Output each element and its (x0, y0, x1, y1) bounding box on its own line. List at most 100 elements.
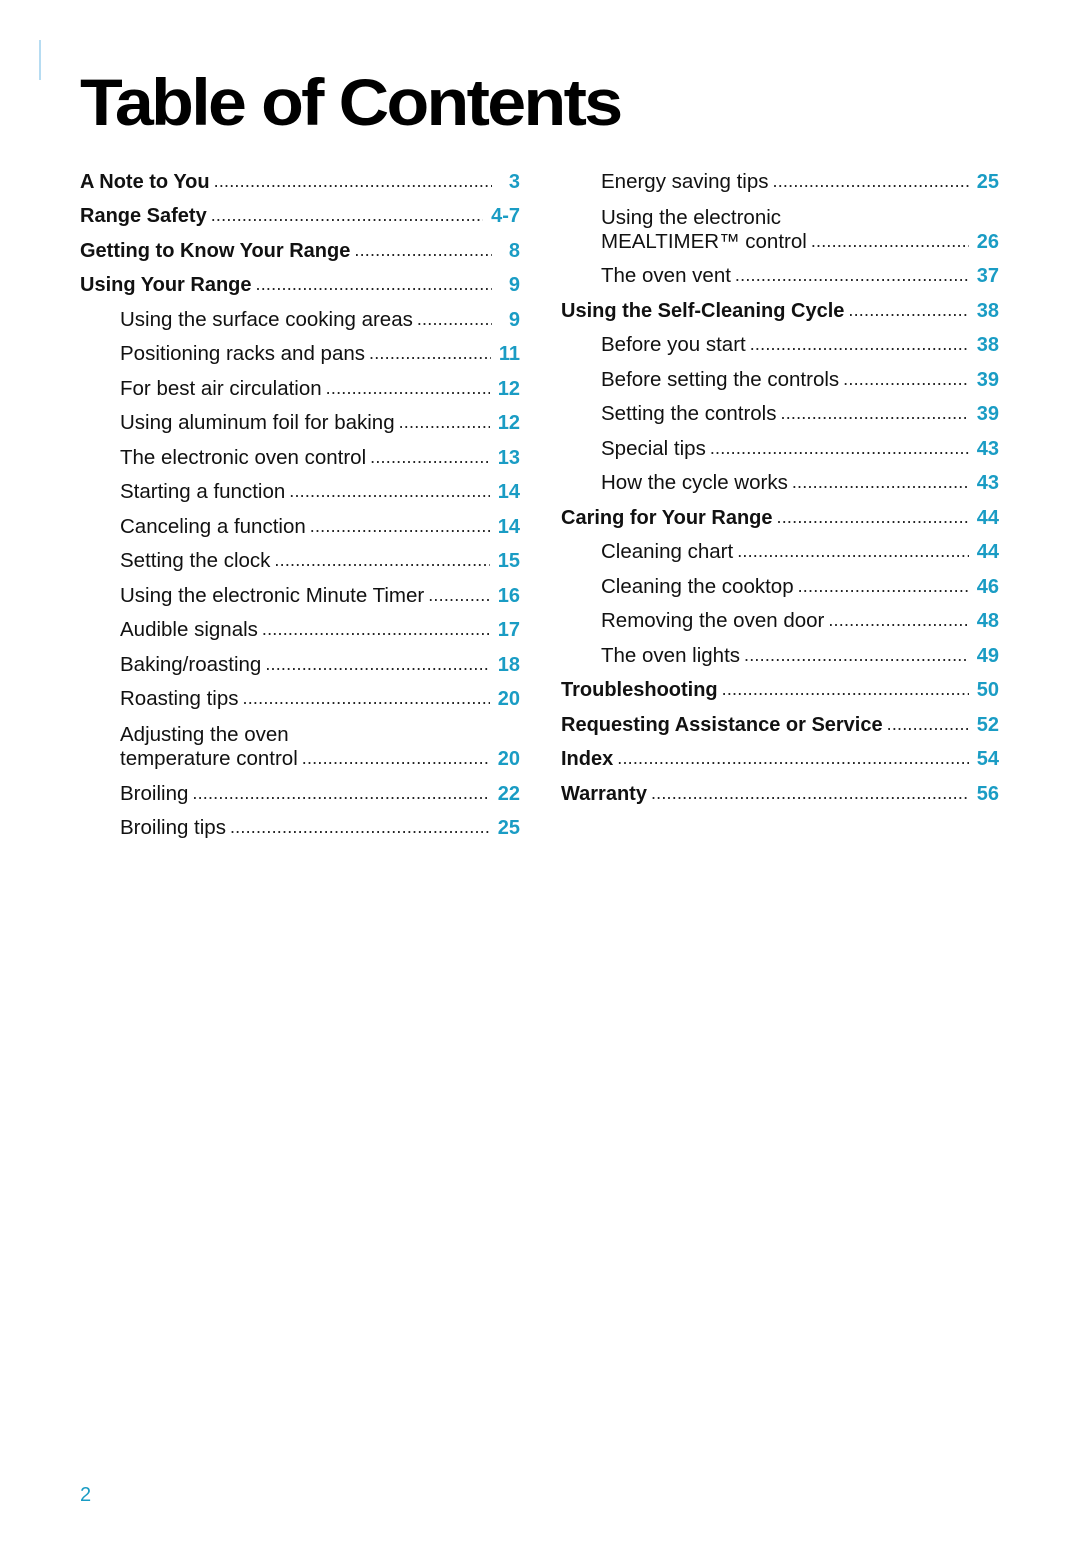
toc-entry-page: 26 (976, 230, 999, 253)
toc-subentry[interactable]: Broiling 22 (80, 771, 520, 806)
page-title: Table of Contents (80, 65, 623, 139)
toc-entry-label: Warranty (561, 782, 647, 805)
dot-leader (354, 239, 492, 261)
dot-leader (192, 782, 489, 804)
dot-leader (773, 170, 969, 192)
toc-subentry[interactable]: Removing the oven door 48 (561, 599, 999, 634)
toc-entry-label: How the cycle works (601, 471, 788, 494)
toc-subentry[interactable]: Before setting the controls 39 (561, 357, 999, 392)
toc-subentry[interactable]: The oven vent 37 (561, 254, 999, 289)
dot-leader (370, 446, 490, 468)
toc-entry-page: 9 (508, 274, 520, 296)
toc-entry-page: 9 (508, 308, 520, 331)
dot-leader (369, 342, 491, 364)
toc-entry-label: Using Your Range (80, 274, 252, 296)
toc-entry-label-line1: Adjusting the oven (120, 723, 289, 746)
toc-entry-page: 52 (976, 713, 999, 736)
toc-subentry[interactable]: Adjusting the oventemperature control 20 (80, 711, 520, 771)
toc-entry-page: 43 (976, 437, 999, 460)
toc-entry-label: Special tips (601, 436, 706, 460)
dot-leader (243, 687, 490, 709)
toc-entry[interactable]: Using the Self-Cleaning Cycle 38 (561, 288, 999, 323)
toc-entry-page: 13 (497, 446, 520, 469)
toc-entry-page: 38 (976, 299, 999, 322)
toc-entry-label: Using the electronic MEALTIMER™ control (601, 206, 811, 254)
toc-entry-label: Requesting Assistance or Service (561, 713, 883, 736)
toc-subentry[interactable]: Special tips 43 (561, 426, 999, 461)
toc-entry-label: Getting to Know Your Range (80, 239, 351, 262)
toc-entry-label: Using the Self-Cleaning Cycle (561, 299, 845, 322)
toc-subentry[interactable]: Energy saving tips 25 (561, 159, 999, 194)
toc-entry[interactable]: Troubleshooting 50 (561, 668, 999, 703)
toc-entry-label-line2: MEALTIMER™ control (601, 229, 807, 253)
toc-entry-label: Removing the oven door (601, 609, 825, 632)
toc-entry-page: 20 (497, 748, 520, 770)
toc-entry-label: Starting a function (120, 480, 286, 503)
toc-entry[interactable]: Using Your Range 9 (80, 263, 520, 298)
toc-entry-label: Adjusting the oven temperature control (120, 723, 302, 771)
toc-subentry[interactable]: Starting a function 14 (80, 470, 520, 505)
toc-entry-page: 25 (976, 170, 999, 193)
toc-entry[interactable]: A Note to You 3 (80, 159, 520, 194)
toc-entry-label: Cleaning the cooktop (601, 574, 794, 598)
toc-entry-label: The oven vent (601, 264, 731, 287)
toc-subentry[interactable]: The electronic oven control 13 (80, 435, 520, 470)
toc-entry[interactable]: Getting to Know Your Range 8 (80, 228, 520, 263)
toc-entry-page: 12 (497, 412, 520, 434)
toc-subentry[interactable]: Cleaning chart 44 (561, 530, 999, 565)
toc-subentry[interactable]: Using the electronic Minute Timer 16 (80, 573, 520, 608)
toc-subentry[interactable]: Roasting tips 20 (80, 677, 520, 712)
toc-entry-label: Using the electronic Minute Timer (120, 583, 425, 607)
toc-entry-page: 56 (976, 782, 999, 805)
toc-entry-label: Range Safety (80, 205, 207, 227)
toc-entry[interactable]: Requesting Assistance or Service 52 (561, 702, 999, 737)
toc-entry-label: Canceling a function (120, 514, 306, 538)
toc-entry-label: A Note to You (80, 170, 210, 193)
dot-leader (710, 437, 969, 459)
toc-entry[interactable]: Warranty 56 (561, 771, 999, 806)
toc-subentry[interactable]: Positioning racks and pans 11 (80, 332, 520, 367)
toc-subentry[interactable]: How the cycle works 43 (561, 461, 999, 496)
toc-subentry[interactable]: Using the electronicMEALTIMER™ control 26 (561, 194, 999, 254)
toc-entry-label: Positioning racks and pans (120, 342, 366, 365)
dot-leader (722, 678, 969, 700)
toc-entry-page: 48 (976, 610, 999, 632)
toc-entry-page: 4-7 (491, 205, 520, 227)
toc-subentry[interactable]: Setting the controls 39 (561, 392, 999, 427)
toc-entry-label-line2: temperature control (120, 747, 298, 770)
toc-subentry[interactable]: Broiling tips 25 (80, 806, 520, 841)
toc-entry-label: Energy saving tips (601, 169, 769, 193)
dot-leader (262, 618, 490, 640)
toc-subentry[interactable]: Before you start 38 (561, 323, 999, 358)
toc-entry-page: 43 (976, 472, 999, 494)
dot-leader (265, 653, 489, 675)
dot-leader (737, 540, 969, 562)
toc-entry-label: Setting the controls (601, 402, 777, 425)
dot-leader (843, 368, 969, 390)
toc-subentry[interactable]: Cleaning the cooktop 46 (561, 564, 999, 599)
toc-entry-page: 11 (498, 343, 520, 365)
toc-subentry[interactable]: Baking/roasting 18 (80, 642, 520, 677)
toc-subentry[interactable]: Using the surface cooking areas 9 (80, 297, 520, 332)
toc-entry-label: Cleaning chart (601, 540, 734, 563)
toc-entry-page: 39 (976, 403, 999, 425)
dot-leader (211, 204, 483, 226)
toc-subentry[interactable]: The oven lights 49 (561, 633, 999, 668)
dot-leader (428, 584, 490, 606)
toc-entry-page: 39 (976, 368, 999, 391)
toc-subentry[interactable]: Setting the clock 15 (80, 539, 520, 574)
toc-entry-page: 46 (976, 575, 999, 598)
toc-subentry[interactable]: For best air circulation 12 (80, 366, 520, 401)
toc-entry-page: 44 (976, 541, 999, 563)
toc-entry-label: Before setting the controls (601, 367, 840, 391)
toc-entry[interactable]: Caring for Your Range 44 (561, 495, 999, 530)
toc-entry-label: Using aluminum foil for baking (120, 411, 395, 434)
toc-entry-label: Baking/roasting (120, 652, 262, 676)
toc-subentry[interactable]: Audible signals 17 (80, 608, 520, 643)
toc-entry[interactable]: Range Safety 4-7 (80, 194, 520, 229)
toc-subentry[interactable]: Using aluminum foil for baking 12 (80, 401, 520, 436)
toc-entry-label-line1: Using the electronic (601, 205, 782, 229)
dot-leader (230, 816, 490, 838)
toc-subentry[interactable]: Canceling a function 14 (80, 504, 520, 539)
toc-entry[interactable]: Index 54 (561, 737, 999, 772)
